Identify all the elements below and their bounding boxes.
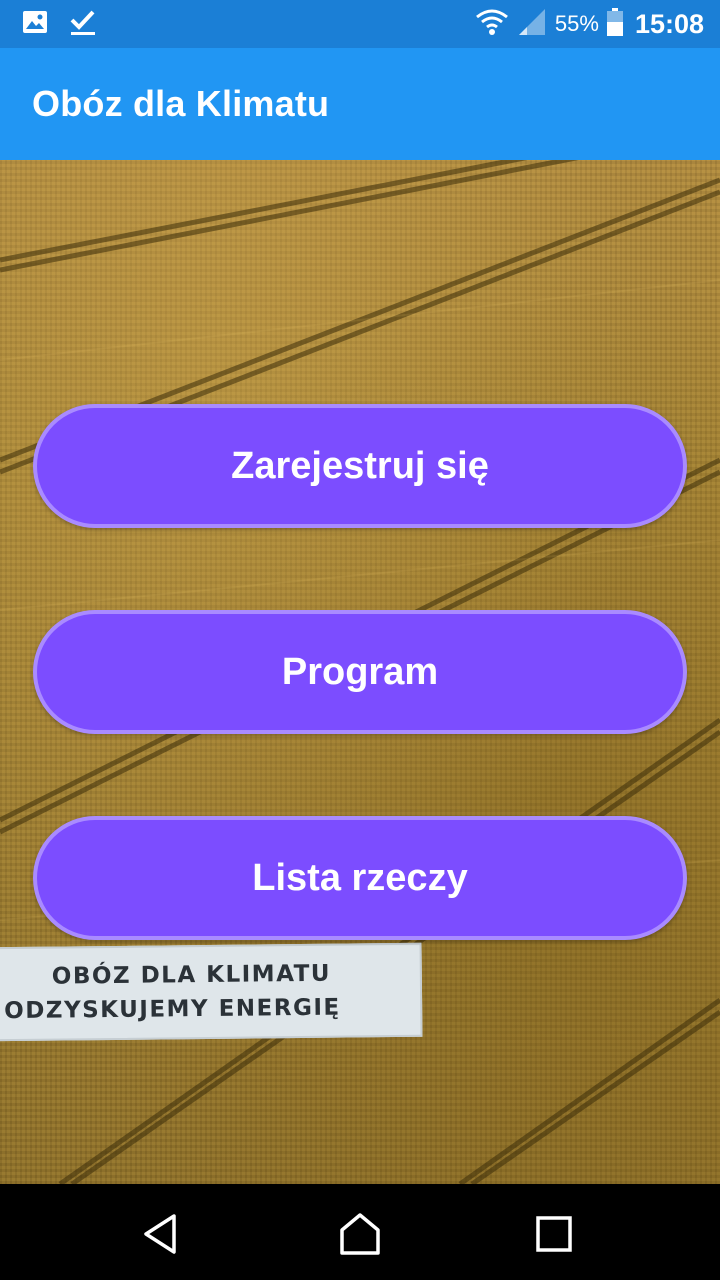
checklist-button[interactable]: Lista rzeczy xyxy=(33,816,687,940)
image-notification-icon xyxy=(22,10,48,39)
checkmark-notification-icon xyxy=(70,8,96,41)
register-button[interactable]: Zarejestruj się xyxy=(33,404,687,528)
clock: 15:08 xyxy=(634,8,704,39)
back-icon[interactable] xyxy=(138,1212,182,1256)
battery-icon xyxy=(606,7,623,41)
app-title: Obóz dla Klimatu xyxy=(32,83,330,124)
notification-icons xyxy=(22,8,96,41)
home-icon[interactable] xyxy=(338,1212,382,1256)
app-bar: Obóz dla Klimatu xyxy=(0,48,720,160)
battery-percent: 55% xyxy=(554,11,599,36)
status-bar: 55% 15:08 xyxy=(0,0,720,48)
recents-icon[interactable] xyxy=(532,1212,576,1256)
program-button[interactable]: Program xyxy=(33,610,687,734)
wifi-icon xyxy=(475,8,509,41)
background-banner: OBÓZ DLA KLIMATU ODZYSKUJEMY ENERGIĘ xyxy=(0,942,423,1042)
banner-text-line1: OBÓZ DLA KLIMATU xyxy=(51,960,332,990)
banner-text-line2: ODZYSKUJEMY ENERGIĘ xyxy=(4,994,341,1025)
navigation-bar xyxy=(0,1184,720,1280)
home-screen: OBÓZ DLA KLIMATU ODZYSKUJEMY ENERGIĘ Zar… xyxy=(0,160,720,1184)
cell-signal-icon xyxy=(517,8,547,41)
